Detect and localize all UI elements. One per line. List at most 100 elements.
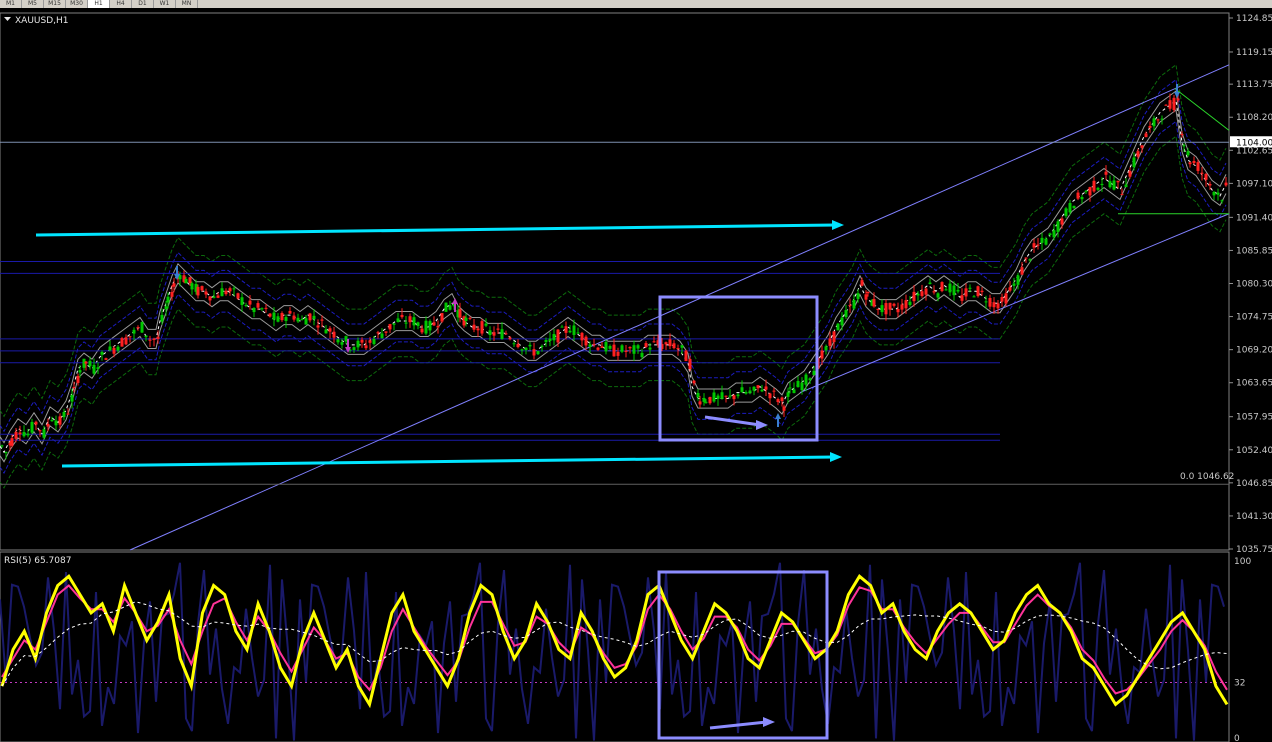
candle-body bbox=[984, 301, 988, 303]
candle-body bbox=[284, 317, 288, 321]
timeframe-d1[interactable]: D1 bbox=[132, 0, 154, 8]
trading-chart: 1124.851119.151113.751108.201102.651097.… bbox=[0, 12, 1272, 742]
candle-body bbox=[164, 306, 168, 310]
candle-body bbox=[1182, 145, 1186, 147]
candle-body bbox=[204, 291, 208, 295]
price-tick-label: 1091.40 bbox=[1236, 213, 1272, 223]
candle-body bbox=[1140, 145, 1144, 148]
candle-body bbox=[1120, 194, 1124, 196]
candle-body bbox=[680, 345, 684, 348]
candle-body bbox=[644, 343, 648, 347]
candle-body bbox=[216, 295, 220, 298]
candle-body bbox=[1092, 180, 1096, 192]
timeframe-m5[interactable]: M5 bbox=[22, 0, 44, 8]
candle-body bbox=[1156, 119, 1160, 121]
candle-body bbox=[776, 399, 780, 403]
candle-body bbox=[916, 293, 920, 296]
candle-body bbox=[188, 277, 192, 284]
candle-body bbox=[552, 334, 556, 341]
candle-body bbox=[140, 322, 144, 333]
candle-body bbox=[732, 395, 736, 400]
candle-body bbox=[1204, 174, 1208, 180]
candle-body bbox=[820, 350, 824, 359]
timeframe-h1[interactable]: H1 bbox=[88, 0, 110, 8]
candle-body bbox=[228, 288, 232, 292]
candle-body bbox=[796, 380, 800, 388]
candle-body bbox=[648, 347, 652, 350]
price-tick-label: 1097.10 bbox=[1236, 179, 1272, 189]
candle-body bbox=[156, 336, 160, 339]
timeframe-m30[interactable]: M30 bbox=[66, 0, 88, 8]
price-tick-label: 1035.75 bbox=[1236, 545, 1272, 555]
candle-body bbox=[592, 344, 596, 346]
candle-body bbox=[50, 420, 54, 422]
timeframe-h4[interactable]: H4 bbox=[110, 0, 132, 8]
candle-body bbox=[340, 342, 344, 345]
candle-body bbox=[292, 315, 296, 320]
candle-body bbox=[492, 332, 496, 336]
candle-body bbox=[696, 392, 700, 398]
candle-body bbox=[756, 385, 760, 389]
candle-body bbox=[1072, 205, 1076, 209]
price-tick-label: 1041.30 bbox=[1236, 512, 1272, 522]
candle-body bbox=[1164, 104, 1168, 106]
timeframe-mn[interactable]: MN bbox=[176, 0, 198, 8]
candle-body bbox=[504, 333, 508, 335]
candle-body bbox=[800, 382, 804, 391]
candle-body bbox=[1208, 184, 1212, 186]
candle-body bbox=[420, 328, 424, 333]
candle-body bbox=[120, 338, 124, 347]
candle-body bbox=[364, 345, 368, 349]
candle-body bbox=[764, 386, 768, 390]
timeframe-w1[interactable]: W1 bbox=[154, 0, 176, 8]
candle-body bbox=[1056, 221, 1060, 232]
candle-body bbox=[112, 347, 116, 354]
price-tick-label: 1063.65 bbox=[1236, 379, 1272, 389]
candle-body bbox=[78, 370, 82, 373]
candle-body bbox=[728, 395, 732, 397]
candle-body bbox=[524, 347, 528, 351]
candle-body bbox=[692, 380, 696, 384]
timeframe-m15[interactable]: M15 bbox=[44, 0, 66, 8]
candle-body bbox=[1076, 192, 1080, 199]
price-tick-label: 1052.40 bbox=[1236, 446, 1272, 456]
candle-body bbox=[964, 288, 968, 297]
candle-body bbox=[212, 296, 216, 298]
candle-body bbox=[944, 289, 948, 291]
candle-body bbox=[604, 342, 608, 352]
candle-body bbox=[148, 339, 152, 341]
candle-body bbox=[376, 332, 380, 334]
candle-body bbox=[632, 345, 636, 354]
candle-body bbox=[244, 305, 248, 307]
candle-body bbox=[304, 318, 308, 325]
candle-body bbox=[308, 313, 312, 321]
candle-body bbox=[196, 286, 200, 296]
candle-body bbox=[808, 378, 812, 381]
candle-body bbox=[1196, 162, 1200, 171]
candle-body bbox=[896, 308, 900, 313]
candle-body bbox=[956, 289, 960, 292]
candle-body bbox=[1052, 230, 1056, 238]
candle-body bbox=[324, 329, 328, 334]
candle-body bbox=[1016, 275, 1020, 285]
candle-body bbox=[752, 386, 756, 391]
candle-body bbox=[736, 394, 740, 397]
candle-body bbox=[908, 301, 912, 305]
candle-body bbox=[184, 278, 188, 284]
candle-body bbox=[76, 375, 80, 383]
candle-body bbox=[932, 291, 936, 293]
candle-body bbox=[904, 300, 908, 309]
candle-body bbox=[892, 303, 896, 306]
candle-body bbox=[1040, 237, 1044, 243]
candle-body bbox=[190, 283, 194, 290]
candle-body bbox=[584, 336, 588, 346]
candle-body bbox=[1200, 172, 1204, 174]
candle-body bbox=[948, 283, 952, 293]
candle-body bbox=[716, 395, 720, 399]
candle-body bbox=[66, 413, 70, 415]
timeframe-m1[interactable]: M1 bbox=[0, 0, 22, 8]
candle-body bbox=[280, 312, 284, 321]
candle-body bbox=[1212, 191, 1216, 196]
candle-body bbox=[436, 325, 440, 328]
candle-body bbox=[72, 386, 76, 388]
